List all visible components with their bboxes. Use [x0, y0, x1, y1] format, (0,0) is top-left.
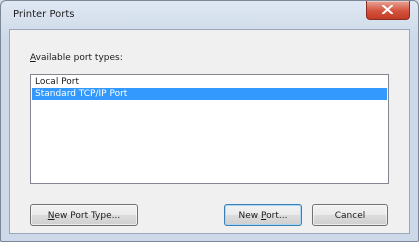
label-text: vailable port types:	[35, 53, 123, 63]
list-item-standard-tcpip-port[interactable]: Standard TCP/IP Port	[32, 88, 387, 100]
new-port-type-button[interactable]: New Port Type...	[30, 204, 138, 226]
button-accelerator: N	[47, 211, 55, 221]
cancel-button[interactable]: Cancel	[312, 204, 388, 226]
cancel-label: Cancel	[334, 211, 366, 221]
close-button[interactable]	[366, 1, 410, 20]
dialog-title: Printer Ports	[13, 9, 75, 20]
port-types-list[interactable]: Local Port Standard TCP/IP Port	[30, 74, 389, 184]
button-label-post: ew Port Type...	[54, 211, 121, 221]
button-label-post: ort...	[266, 211, 288, 221]
list-item-label: Standard TCP/IP Port	[35, 89, 128, 99]
button-label-pre: New	[238, 211, 262, 221]
list-item-label: Local Port	[35, 77, 80, 87]
new-port-button[interactable]: New Port...	[224, 204, 302, 226]
dialog-body: Available port types: Local Port Standar…	[9, 29, 410, 234]
list-item-local-port[interactable]: Local Port	[32, 76, 387, 88]
close-icon	[382, 5, 393, 14]
printer-ports-dialog: Printer Ports Available port types: Loca…	[0, 0, 419, 242]
title-bar[interactable]: Printer Ports	[1, 1, 418, 29]
available-port-types-label: Available port types:	[30, 53, 123, 63]
